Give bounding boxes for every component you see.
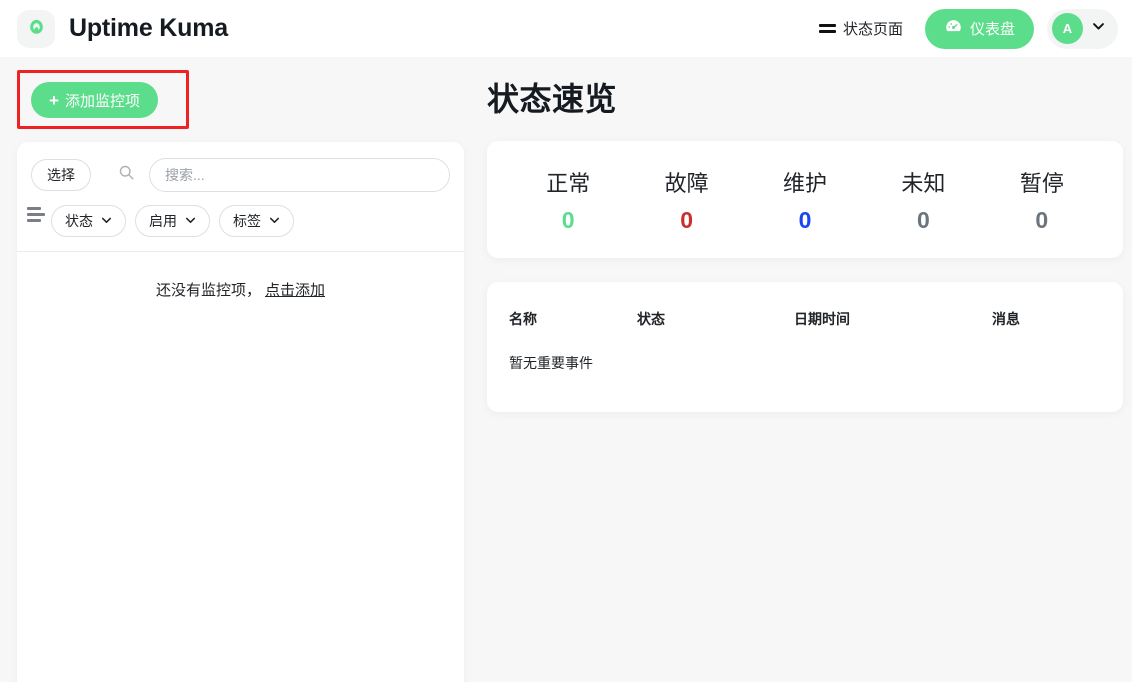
header-nav: 状态页面 仪表盘 A	[811, 0, 1118, 57]
filter-active-label: 启用	[149, 211, 177, 231]
select-button[interactable]: 选择	[31, 159, 91, 191]
avatar: A	[1052, 13, 1083, 44]
chevron-down-icon	[101, 213, 112, 229]
stat-up: 正常 0	[509, 166, 627, 234]
dashboard-button[interactable]: 仪表盘	[925, 9, 1034, 49]
monitor-empty-state: 还没有监控项，点击添加	[17, 252, 464, 300]
events-col-datetime: 日期时间	[794, 309, 992, 329]
stat-pause-value: 0	[983, 207, 1101, 234]
stat-unknown: 未知 0	[864, 166, 982, 234]
user-menu[interactable]: A	[1047, 9, 1118, 49]
stat-down-label: 故障	[627, 166, 745, 198]
stat-maintenance: 维护 0	[746, 166, 864, 234]
events-empty-state: 暂无重要事件	[509, 353, 1101, 373]
monitor-list-card: 选择 状态	[17, 142, 464, 682]
monitor-empty-link[interactable]: 点击添加	[265, 282, 325, 299]
filter-row: 状态 启用 标签	[17, 192, 464, 251]
stat-maintenance-value: 0	[746, 207, 864, 234]
filter-tags-label: 标签	[233, 211, 261, 231]
stats-card: 正常 0 故障 0 维护 0 未知 0 暂停 0	[487, 141, 1123, 258]
chevron-down-icon	[269, 213, 280, 229]
events-col-status: 状态	[637, 309, 794, 329]
events-card: 名称 状态 日期时间 消息 暂无重要事件	[487, 282, 1123, 412]
list-icon	[819, 24, 836, 33]
tachometer-icon	[944, 17, 963, 40]
main-content: 状态速览 正常 0 故障 0 维护 0 未知 0 暂停 0	[487, 74, 1123, 412]
search-input[interactable]	[149, 158, 450, 192]
stat-down-value: 0	[627, 207, 745, 234]
stat-maintenance-label: 维护	[746, 166, 864, 198]
add-monitor-wrap: + 添加监控项	[17, 70, 189, 129]
events-col-message: 消息	[992, 309, 1101, 329]
stat-pause: 暂停 0	[983, 166, 1101, 234]
filter-status-label: 状态	[65, 211, 93, 231]
stat-pause-label: 暂停	[983, 166, 1101, 198]
kuma-logo-icon	[17, 10, 55, 48]
stat-unknown-value: 0	[864, 207, 982, 234]
filter-top-row: 选择	[17, 142, 464, 192]
filter-tags-dropdown[interactable]: 标签	[219, 205, 294, 237]
stat-down: 故障 0	[627, 166, 745, 234]
brand-title: Uptime Kuma	[69, 14, 228, 43]
app-root: Uptime Kuma 状态页面 仪表盘	[0, 0, 1132, 682]
app-header: Uptime Kuma 状态页面 仪表盘	[0, 0, 1132, 57]
sidebar: + 添加监控项 选择	[17, 70, 464, 129]
nav-status-page[interactable]: 状态页面	[811, 12, 911, 45]
brand[interactable]: Uptime Kuma	[17, 10, 228, 48]
sort-list-icon[interactable]	[27, 207, 45, 225]
events-col-name: 名称	[509, 309, 637, 329]
nav-status-page-label: 状态页面	[843, 18, 903, 39]
add-monitor-button[interactable]: + 添加监控项	[31, 82, 158, 118]
filter-active-dropdown[interactable]: 启用	[135, 205, 210, 237]
stat-up-label: 正常	[509, 166, 627, 198]
page-title: 状态速览	[487, 74, 1123, 120]
events-table-header: 名称 状态 日期时间 消息	[509, 309, 1101, 329]
search-icon	[118, 164, 135, 186]
monitor-empty-text: 还没有监控项，	[156, 282, 261, 299]
chevron-down-icon	[1092, 20, 1105, 38]
plus-icon: +	[49, 92, 59, 109]
chevron-down-icon	[185, 213, 196, 229]
filter-status-dropdown[interactable]: 状态	[51, 205, 126, 237]
dashboard-button-label: 仪表盘	[970, 18, 1015, 39]
add-monitor-label: 添加监控项	[65, 90, 140, 111]
stat-up-value: 0	[509, 207, 627, 234]
stat-unknown-label: 未知	[864, 166, 982, 198]
search-area	[118, 158, 450, 192]
